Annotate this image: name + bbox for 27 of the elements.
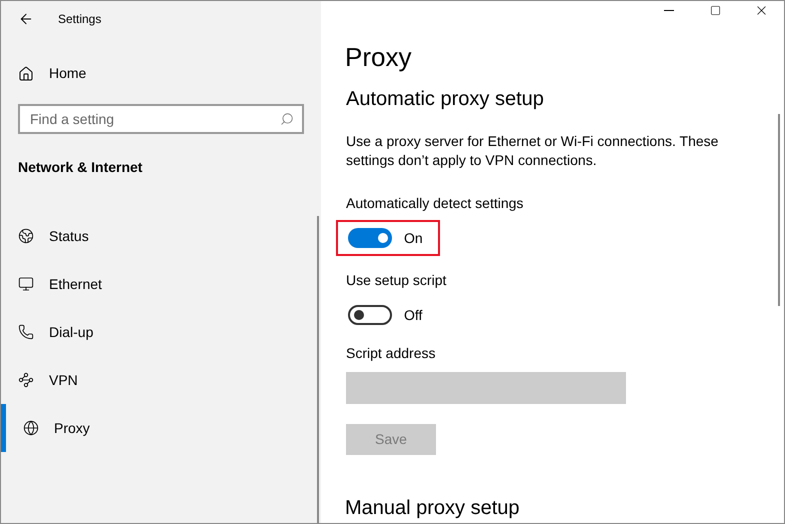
field-label: Script address (346, 344, 436, 363)
description-text: Use a proxy server for Ethernet or Wi-Fi connections. These settings don’t apply to VPN connections. (346, 132, 720, 170)
section-heading: Network & Internet (17, 158, 144, 177)
section-heading: Manual proxy setup (345, 496, 521, 521)
nav-item[interactable]: Status (1, 212, 321, 260)
monitor-icon (18, 276, 34, 292)
phone-icon (18, 324, 34, 340)
setting-label: Automatically detect settings (346, 194, 524, 213)
nav-item[interactable]: Ethernet (1, 260, 321, 308)
globe-icon (23, 420, 39, 436)
search-icon[interactable] (280, 112, 294, 126)
toggle-state: Off (404, 306, 422, 324)
section-heading: Automatic proxy setup (346, 87, 545, 112)
toggle-state: On (404, 228, 423, 248)
nodes-icon (18, 372, 34, 388)
window-title: Settings (58, 10, 102, 28)
page-title: Proxy (345, 41, 412, 74)
toggle-switch[interactable] (348, 228, 392, 248)
globe-icon (18, 228, 34, 244)
home-icon (18, 66, 34, 82)
nav-item[interactable]: Dial-up (1, 308, 321, 356)
nav-item[interactable]: VPN (1, 356, 321, 404)
home-item[interactable]: Home (1, 63, 321, 84)
setting-label: Use setup script (346, 271, 448, 290)
toggle-switch[interactable] (348, 305, 392, 325)
maximize-icon (710, 4, 720, 16)
search-field[interactable]: Find a setting (18, 104, 304, 134)
